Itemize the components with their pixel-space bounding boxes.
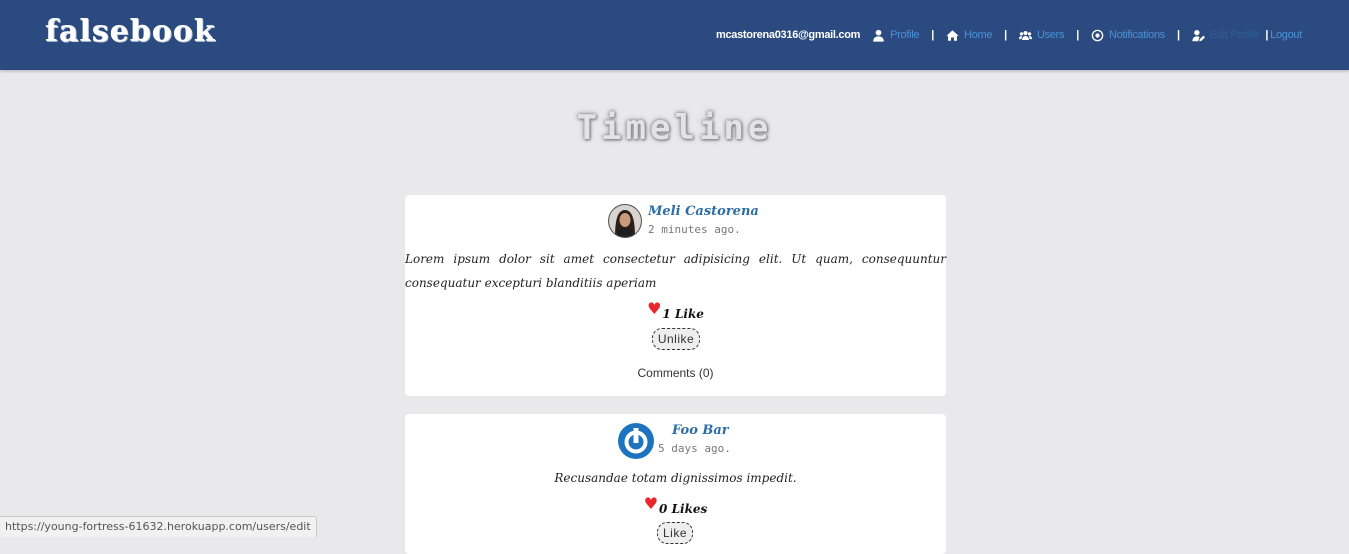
nav-edit-profile-link[interactable]: Edit Profile — [1192, 29, 1260, 42]
post-author-link[interactable]: Foo Bar — [672, 423, 729, 438]
nav-links: mcastorena0316@gmail.com Profile | Home … — [716, 26, 1302, 44]
avatar[interactable] — [617, 422, 655, 460]
nav-profile-label: Profile — [890, 29, 920, 41]
users-icon — [1018, 29, 1032, 42]
heart-icon: ♥ — [647, 299, 662, 318]
home-icon — [946, 29, 959, 42]
nav-separator: | — [1265, 29, 1269, 41]
notifications-icon — [1091, 29, 1104, 42]
post-body: Lorem ipsum dolor sit amet consectetur a… — [405, 252, 946, 290]
nav-separator: | — [931, 29, 935, 41]
heart-icon: ♥ — [643, 494, 659, 513]
nav-logout-link[interactable]: Logout — [1270, 29, 1302, 41]
nav-logout-label: Logout — [1270, 29, 1302, 41]
user-edit-icon — [1192, 29, 1205, 42]
status-bar-url: https://young-fortress-61632.herokuapp.c… — [0, 516, 317, 537]
nav-users-link[interactable]: Users — [1018, 29, 1065, 42]
post-likes: ♥0 Likes — [405, 494, 946, 517]
navbar: falsebook mcastorena0316@gmail.com Profi… — [0, 0, 1349, 70]
nav-notifications-link[interactable]: Notifications — [1091, 29, 1165, 42]
nav-separator: | — [1076, 29, 1079, 41]
post-likes-count: 1 Like — [662, 307, 704, 321]
unlike-button[interactable]: Unlike — [652, 328, 700, 350]
post-card: Meli Castorena 2 minutes ago. Lorem ipsu… — [405, 195, 946, 396]
nav-separator: | — [1004, 29, 1007, 41]
nav-profile-link[interactable]: Profile — [872, 29, 920, 42]
nav-edit-profile-label: Edit Profile — [1209, 29, 1260, 41]
avatar[interactable] — [608, 204, 642, 238]
user-email: mcastorena0316@gmail.com — [715, 29, 861, 41]
user-photo-icon — [609, 205, 641, 237]
post-likes-count: 0 Likes — [659, 502, 708, 516]
nav-home-link[interactable]: Home — [946, 29, 992, 42]
nav-separator: | — [1176, 29, 1180, 41]
post-body: Recusandae totam dignissimos impedit. — [554, 471, 797, 485]
post-card: Foo Bar 5 days ago. Recusandae totam dig… — [405, 414, 946, 554]
page-title: Timeline — [576, 108, 773, 148]
nav-notifications-label: Notifications — [1108, 29, 1165, 41]
like-button[interactable]: Like — [657, 522, 693, 544]
post-likes: ♥1 Like — [405, 299, 946, 322]
post-time: 2 minutes ago. — [648, 223, 741, 236]
nav-home-label: Home — [964, 29, 993, 41]
post-author-link[interactable]: Meli Castorena — [648, 204, 759, 219]
post-time: 5 days ago. — [658, 442, 731, 455]
user-icon — [872, 29, 885, 42]
nav-users-label: Users — [1036, 29, 1065, 41]
gravatar-icon — [618, 423, 654, 459]
comments-link[interactable]: Comments (0) — [405, 366, 946, 380]
brand-logo[interactable]: falsebook — [45, 14, 216, 49]
